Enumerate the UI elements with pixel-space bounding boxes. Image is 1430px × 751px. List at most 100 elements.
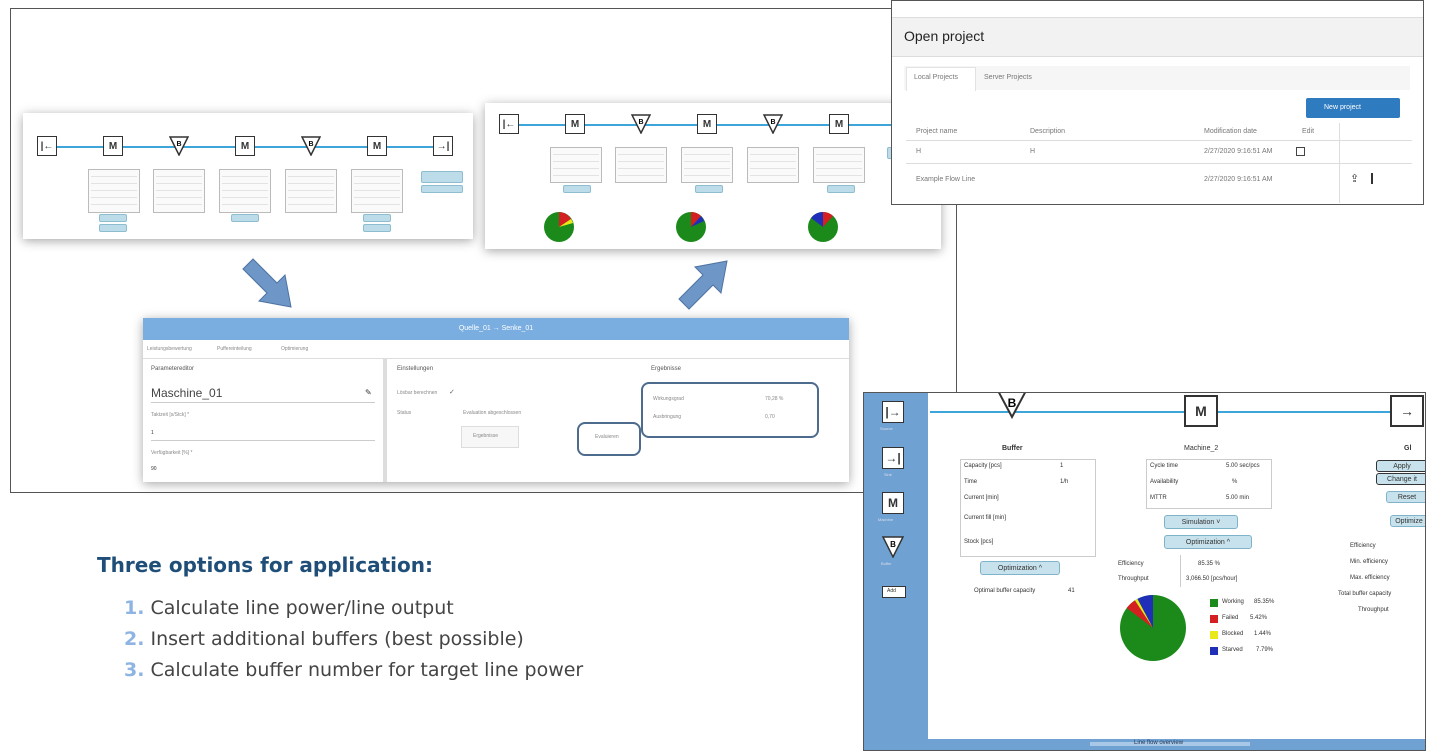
legend-swatch-blocked bbox=[1210, 631, 1218, 639]
throughput-value: 3,066.50 [pcs/hour] bbox=[1186, 576, 1238, 582]
param-editor-heading: Parametereditor bbox=[151, 366, 195, 372]
buffer-row-label: Stock [pcs] bbox=[964, 539, 994, 545]
legend-value: 85.35% bbox=[1254, 599, 1275, 605]
simulation-button[interactable]: Simulation ˅ bbox=[1164, 515, 1238, 529]
machine-row-label: MTTR bbox=[1150, 495, 1167, 501]
machine-name: Maschine_01 bbox=[151, 386, 223, 400]
results-heading: Ergebnisse bbox=[651, 366, 682, 372]
workflow-frame: |← M B M B M →| |← M B M B M →| bbox=[10, 8, 957, 493]
optimization-button[interactable]: Optimization ^ bbox=[1164, 535, 1252, 549]
flow-results-screenshot: |← M B M B M →| bbox=[485, 103, 941, 249]
throughput-label: Throughput bbox=[1118, 576, 1149, 582]
checkbox[interactable]: ✓ bbox=[449, 388, 455, 396]
evaluation-dialog: Quelle_01 → Senke_01 Leistungsbewertung … bbox=[143, 318, 849, 482]
legend-value: 1.44% bbox=[1254, 631, 1272, 637]
upload-icon[interactable]: ⇪ bbox=[1350, 172, 1359, 185]
results-button-label: Ergebnisse bbox=[473, 433, 499, 439]
tool-label: Source bbox=[880, 426, 893, 431]
option-number: 2. bbox=[124, 628, 145, 650]
status-label: Status bbox=[397, 410, 412, 416]
metric-label: Min. efficiency bbox=[1350, 559, 1388, 565]
param-table bbox=[351, 169, 403, 213]
add-label: Add bbox=[887, 588, 896, 594]
edit-icon[interactable]: ✎ bbox=[365, 388, 372, 397]
option-number: 3. bbox=[124, 659, 145, 681]
col-description: Description bbox=[1030, 128, 1066, 135]
mini-button bbox=[231, 214, 259, 222]
param-table bbox=[285, 169, 337, 213]
option-number: 1. bbox=[124, 597, 145, 619]
taktzeit-input[interactable]: 1 bbox=[151, 430, 154, 436]
row-description: H bbox=[1030, 148, 1036, 155]
settings-heading: Einstellungen bbox=[397, 366, 434, 372]
scrollbar[interactable] bbox=[383, 358, 387, 482]
pie-chart bbox=[676, 212, 706, 242]
option-item: 1. Calculate line power/line output bbox=[124, 597, 454, 619]
tab-strip bbox=[904, 66, 1410, 90]
mini-button bbox=[827, 185, 855, 193]
legend-swatch-failed bbox=[1210, 615, 1218, 623]
mini-button bbox=[363, 224, 391, 232]
option-text: Calculate buffer number for target line … bbox=[150, 659, 584, 681]
legend-label: Failed bbox=[1222, 615, 1239, 621]
divider bbox=[143, 358, 849, 359]
apply-button[interactable]: Apply bbox=[1376, 460, 1425, 472]
open-project-window: Open project Local Projects Server Proje… bbox=[891, 0, 1424, 205]
param-table bbox=[153, 169, 205, 213]
mini-button bbox=[99, 214, 127, 222]
buffer-node-icon[interactable]: B bbox=[994, 393, 1030, 419]
col-edit: Edit bbox=[1302, 128, 1315, 135]
buffer-title: Buffer bbox=[1002, 445, 1023, 452]
results-box bbox=[641, 382, 819, 438]
machine-node: M bbox=[235, 136, 255, 156]
tab-leistungsbewertung[interactable]: Leistungsbewertung bbox=[147, 346, 192, 352]
legend-label: Working bbox=[1222, 599, 1244, 605]
machine-row-label: Cycle time bbox=[1150, 463, 1179, 469]
tab-puffereinteilung[interactable]: Puffereinteilung bbox=[217, 346, 252, 352]
arrow-down-right-icon bbox=[242, 258, 292, 308]
machine-tool-icon[interactable]: M bbox=[882, 492, 904, 514]
utilization-pie-chart bbox=[1120, 595, 1186, 661]
optimal-capacity-label: Optimal buffer capacity bbox=[974, 588, 1036, 594]
divider bbox=[151, 440, 375, 441]
param-table bbox=[747, 147, 799, 183]
buffer-tool-icon[interactable]: B bbox=[882, 536, 904, 558]
buffer-row-label: Capacity [pcs] bbox=[964, 463, 1002, 469]
new-project-label: New project bbox=[1324, 104, 1361, 111]
buffer-optimization-button[interactable]: Optimization ^ bbox=[980, 561, 1060, 575]
source-tool-icon[interactable]: |→ bbox=[882, 401, 904, 423]
param-table bbox=[681, 147, 733, 183]
legend-value: 7.79% bbox=[1256, 647, 1274, 653]
arrow-up-right-icon bbox=[678, 260, 728, 310]
legend-label: Blocked bbox=[1222, 631, 1244, 637]
change-button[interactable]: Change it bbox=[1376, 473, 1425, 485]
row-name[interactable]: H bbox=[916, 148, 921, 155]
sink-tool-icon[interactable]: →| bbox=[882, 447, 904, 469]
pie-chart bbox=[544, 212, 574, 242]
option-item: 3. Calculate buffer number for target li… bbox=[124, 659, 583, 681]
machine-node-icon[interactable]: M bbox=[1184, 395, 1218, 427]
row-name[interactable]: Example Flow Line bbox=[916, 176, 975, 183]
col-modification-date: Modification date bbox=[1204, 128, 1257, 135]
sink-node-icon[interactable]: → bbox=[1390, 395, 1424, 427]
reset-button[interactable]: Reset bbox=[1386, 491, 1425, 503]
tab-server-projects[interactable]: Server Projects bbox=[984, 74, 1032, 81]
machine-row-label: Availability bbox=[1150, 479, 1179, 485]
checkbox[interactable] bbox=[1296, 147, 1305, 156]
wirkungsgrad-value: 70,28 % bbox=[765, 396, 784, 402]
optimize-button[interactable]: Optimize bbox=[1390, 515, 1425, 527]
tab-local-label: Local Projects bbox=[914, 74, 958, 81]
line-editor-window: |→ Source →| Sink M Machine B Buffer Add… bbox=[863, 392, 1426, 751]
source-node: |← bbox=[499, 114, 519, 134]
legend-swatch-starved bbox=[1210, 647, 1218, 655]
tool-label: Buffer bbox=[881, 561, 892, 566]
tool-label: Machine bbox=[878, 517, 894, 522]
ausbringung-value: 0,70 bbox=[765, 414, 775, 420]
machine-row-value: 5.00 min bbox=[1226, 495, 1250, 501]
tab-optimierung[interactable]: Optimierung bbox=[281, 346, 308, 352]
verfuegbarkeit-input[interactable]: 90 bbox=[151, 466, 157, 472]
row-date: 2/27/2020 9:16:51 AM bbox=[1204, 148, 1273, 155]
delete-icon[interactable] bbox=[1371, 173, 1373, 184]
buffer-row-label: Current fill [min] bbox=[964, 515, 1007, 521]
buffer-node: B bbox=[301, 136, 321, 156]
